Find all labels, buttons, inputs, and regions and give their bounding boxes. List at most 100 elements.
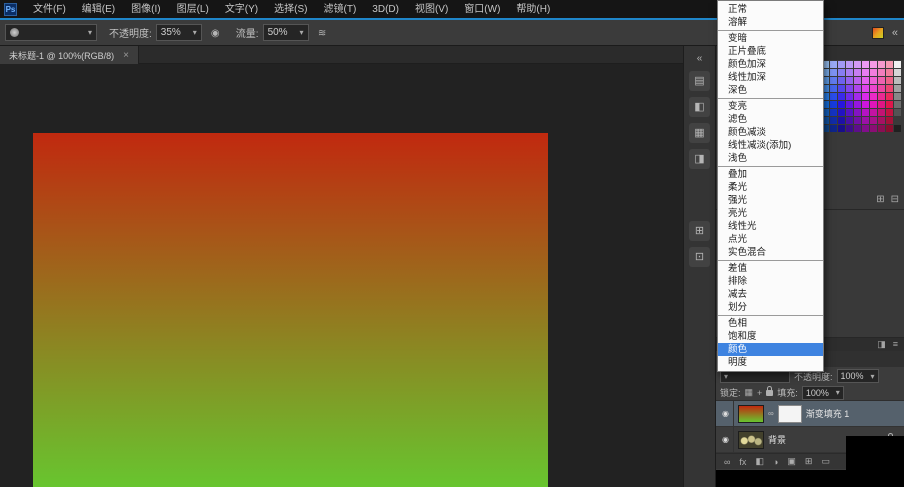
- blend-mode-option[interactable]: 叠加: [718, 168, 823, 181]
- color-swatch[interactable]: [838, 85, 845, 92]
- panel-menu-icon[interactable]: ≡: [893, 338, 898, 351]
- color-swatch[interactable]: [894, 69, 901, 76]
- color-swatch[interactable]: [886, 109, 893, 116]
- blend-mode-option[interactable]: 溶解: [718, 16, 823, 29]
- menubar-item[interactable]: 视图(V): [407, 4, 456, 15]
- collapse-panel-icon[interactable]: ◨: [877, 338, 886, 351]
- visibility-eye-icon[interactable]: ◉: [718, 427, 734, 453]
- color-swatch[interactable]: [838, 61, 845, 68]
- blend-mode-option[interactable]: 点光: [718, 233, 823, 246]
- blend-mode-option[interactable]: 滤色: [718, 113, 823, 126]
- color-swatch[interactable]: [894, 125, 901, 132]
- color-swatch[interactable]: [854, 69, 861, 76]
- collapse-dock-icon[interactable]: «: [689, 53, 710, 65]
- color-swatch[interactable]: [862, 117, 869, 124]
- color-swatch[interactable]: [846, 109, 853, 116]
- blend-mode-option[interactable]: 柔光: [718, 181, 823, 194]
- clone-source-panel-icon[interactable]: ⊡: [689, 247, 710, 267]
- blend-mode-option[interactable]: 线性加深: [718, 71, 823, 84]
- color-swatch[interactable]: [886, 125, 893, 132]
- menubar-item[interactable]: 选择(S): [266, 4, 315, 15]
- color-swatch[interactable]: [894, 61, 901, 68]
- color-swatch[interactable]: [830, 77, 837, 84]
- layer-opacity-field[interactable]: 100% ▾: [837, 369, 879, 383]
- color-swatch[interactable]: [878, 117, 885, 124]
- color-swatch[interactable]: [878, 125, 885, 132]
- blend-mode-option[interactable]: 深色: [718, 84, 823, 97]
- workspace-switcher-icon[interactable]: [872, 27, 884, 39]
- layer-thumbnail[interactable]: [738, 405, 764, 423]
- blend-mode-option[interactable]: 正片叠底: [718, 45, 823, 58]
- history-panel-icon[interactable]: ▤: [689, 71, 710, 91]
- color-swatch[interactable]: [830, 109, 837, 116]
- blend-mode-option[interactable]: 线性减淡(添加): [718, 139, 823, 152]
- menubar-item[interactable]: 3D(D): [364, 4, 407, 15]
- menubar-item[interactable]: 帮助(H): [508, 4, 558, 15]
- add-mask-icon[interactable]: ◧: [755, 456, 764, 467]
- menubar-item[interactable]: 文字(Y): [217, 4, 266, 15]
- color-swatch[interactable]: [862, 69, 869, 76]
- blend-mode-option[interactable]: 实色混合: [718, 246, 823, 259]
- color-swatch[interactable]: [886, 61, 893, 68]
- color-swatch[interactable]: [838, 93, 845, 100]
- color-swatch[interactable]: [838, 69, 845, 76]
- color-swatch[interactable]: [862, 61, 869, 68]
- collapse-panels-icon[interactable]: «: [892, 27, 898, 39]
- color-swatch[interactable]: [878, 77, 885, 84]
- color-swatch[interactable]: [878, 69, 885, 76]
- color-swatch[interactable]: [854, 109, 861, 116]
- mask-link-icon[interactable]: ∞: [768, 409, 774, 418]
- color-swatch[interactable]: [870, 117, 877, 124]
- link-layers-icon[interactable]: ∞: [724, 457, 730, 467]
- color-swatch[interactable]: [830, 117, 837, 124]
- blend-mode-option[interactable]: 划分: [718, 301, 823, 314]
- color-swatch[interactable]: [894, 117, 901, 124]
- color-swatch[interactable]: [854, 101, 861, 108]
- blend-mode-option[interactable]: 明度: [718, 356, 823, 369]
- blend-mode-option[interactable]: 饱和度: [718, 330, 823, 343]
- menubar-item[interactable]: 编辑(E): [74, 4, 123, 15]
- color-swatch[interactable]: [846, 117, 853, 124]
- adjustment-layer-icon[interactable]: ◑: [773, 457, 778, 467]
- color-swatch[interactable]: [886, 101, 893, 108]
- color-swatch[interactable]: [846, 125, 853, 132]
- tool-preset-dropdown[interactable]: ▾: [5, 24, 97, 41]
- color-swatch[interactable]: [830, 93, 837, 100]
- color-swatch[interactable]: [830, 61, 837, 68]
- blend-mode-option[interactable]: 浅色: [718, 152, 823, 165]
- color-swatch[interactable]: [854, 77, 861, 84]
- blend-mode-option[interactable]: 变暗: [718, 32, 823, 45]
- layer-name[interactable]: 背景: [768, 433, 786, 446]
- color-swatch[interactable]: [846, 93, 853, 100]
- color-swatch[interactable]: [894, 77, 901, 84]
- menubar-item[interactable]: 图像(I): [123, 4, 168, 15]
- color-swatch[interactable]: [894, 93, 901, 100]
- layer-mask-thumbnail[interactable]: [778, 405, 802, 423]
- color-swatch[interactable]: [886, 117, 893, 124]
- properties-panel-icon[interactable]: ◧: [689, 97, 710, 117]
- blend-mode-option[interactable]: 线性光: [718, 220, 823, 233]
- color-swatch[interactable]: [870, 85, 877, 92]
- color-swatch[interactable]: [894, 85, 901, 92]
- color-swatch[interactable]: [878, 101, 885, 108]
- color-swatch[interactable]: [838, 117, 845, 124]
- color-swatch[interactable]: [862, 77, 869, 84]
- document-canvas[interactable]: [33, 133, 548, 487]
- color-swatch[interactable]: [830, 85, 837, 92]
- color-swatch[interactable]: [870, 61, 877, 68]
- color-swatch[interactable]: [830, 125, 837, 132]
- layer-style-icon[interactable]: fx: [739, 457, 746, 467]
- blend-mode-option[interactable]: 减去: [718, 288, 823, 301]
- layer-name[interactable]: 渐变填充 1: [806, 407, 850, 420]
- blend-mode-option[interactable]: 颜色减淡: [718, 126, 823, 139]
- color-swatch[interactable]: [870, 77, 877, 84]
- blend-mode-option[interactable]: 排除: [718, 275, 823, 288]
- color-swatch[interactable]: [846, 101, 853, 108]
- color-swatch[interactable]: [846, 69, 853, 76]
- flow-field[interactable]: 50% ▾: [263, 24, 309, 41]
- paragraph-panel-icon[interactable]: ⊞: [689, 221, 710, 241]
- lock-position-icon[interactable]: +: [757, 388, 762, 398]
- menubar-item[interactable]: 滤镜(T): [316, 4, 365, 15]
- color-swatch[interactable]: [854, 117, 861, 124]
- blend-mode-option[interactable]: 色相: [718, 317, 823, 330]
